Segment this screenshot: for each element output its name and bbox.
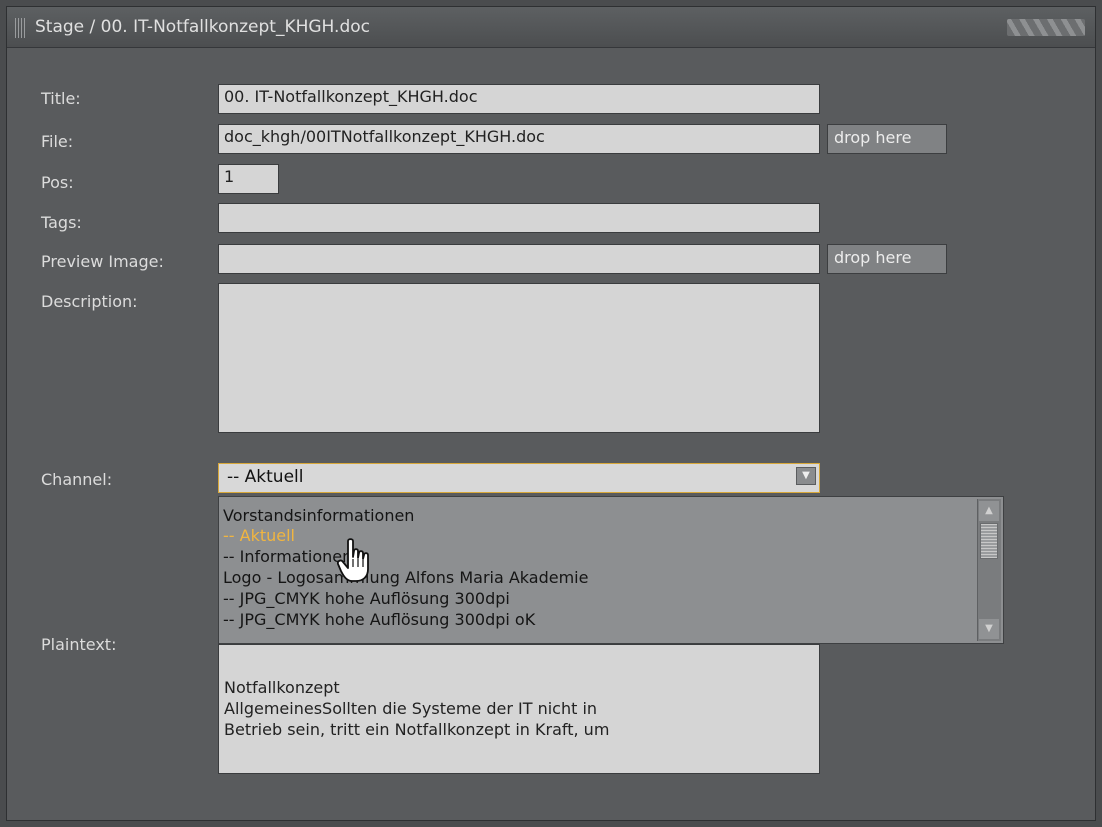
plaintext-line: Betrieb sein, tritt ein Notfallkonzept i… (224, 720, 610, 739)
channel-option[interactable]: -- JPG_CMYK hohe Auflösung 300dpi oK (223, 610, 535, 630)
channel-dropdown-list[interactable]: Vorstandsinformationen -- Aktuell -- Inf… (218, 496, 1004, 644)
channel-label: Channel: (41, 470, 113, 489)
description-label: Description: (41, 292, 138, 311)
dropdown-scrollbar[interactable]: ▲ ▼ (977, 499, 1001, 641)
channel-select-value: -- Aktuell (227, 467, 304, 487)
chevron-down-icon[interactable]: ▼ (979, 619, 999, 639)
title-bar[interactable]: Stage / 00. IT-Notfallkonzept_KHGH.doc (7, 7, 1095, 48)
channel-option[interactable]: Logo - Logosammlung Alfons Maria Akademi… (223, 568, 588, 588)
title-field[interactable]: 00. IT-Notfallkonzept_KHGH.doc (218, 84, 820, 114)
file-label: File: (41, 132, 74, 151)
window-title: Stage / 00. IT-Notfallkonzept_KHGH.doc (35, 17, 370, 37)
plaintext-line: Notfallkonzept (224, 678, 340, 697)
scrollbar-thumb[interactable] (980, 523, 998, 559)
plaintext-label: Plaintext: (41, 635, 117, 654)
channel-select[interactable]: -- Aktuell ▼ (218, 463, 820, 493)
preview-image-field[interactable] (218, 244, 820, 274)
channel-option[interactable]: -- Informationen (223, 547, 352, 567)
channel-option-hovered[interactable]: -- Aktuell (223, 526, 295, 546)
window-stripes-decoration (1007, 19, 1085, 36)
pos-label: Pos: (41, 173, 74, 192)
preview-drop-zone[interactable]: drop here (827, 244, 947, 274)
pos-field[interactable]: 1 (218, 164, 279, 194)
description-textarea[interactable] (218, 283, 820, 433)
title-label: Title: (41, 89, 81, 108)
channel-option[interactable]: Vorstandsinformationen (223, 506, 414, 526)
triangle-down-icon[interactable]: ▼ (796, 467, 816, 485)
drag-grip-icon[interactable] (15, 18, 25, 38)
file-drop-zone[interactable]: drop here (827, 124, 947, 154)
chevron-up-icon[interactable]: ▲ (979, 501, 999, 521)
channel-option[interactable]: -- JPG_CMYK hohe Auflösung 300dpi (223, 589, 510, 609)
file-field[interactable]: doc_khgh/00ITNotfallkonzept_KHGH.doc (218, 124, 820, 154)
hand-pointer-icon (337, 538, 369, 582)
plaintext-textarea[interactable]: Notfallkonzept AllgemeinesSollten die Sy… (218, 644, 820, 774)
tags-field[interactable] (218, 203, 820, 233)
preview-image-label: Preview Image: (41, 252, 164, 271)
stage-window: Stage / 00. IT-Notfallkonzept_KHGH.doc T… (6, 6, 1096, 821)
plaintext-line: AllgemeinesSollten die Systeme der IT ni… (224, 699, 598, 718)
tags-label: Tags: (41, 213, 82, 232)
